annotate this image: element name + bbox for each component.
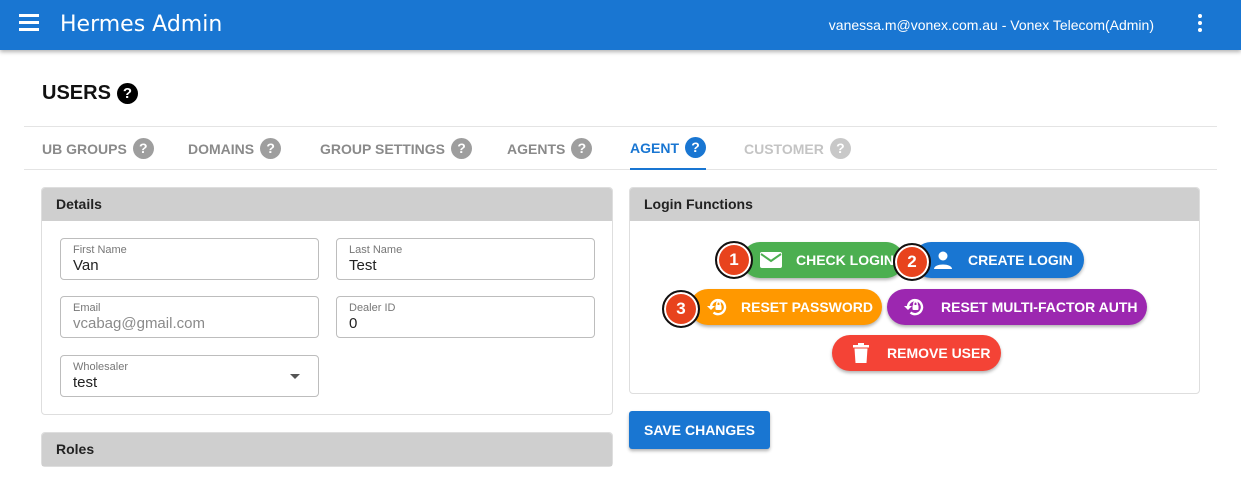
step-badge-1: 1: [715, 241, 753, 279]
tab-ub-groups[interactable]: UB GROUPS ?: [42, 127, 154, 170]
person-icon: [933, 250, 953, 270]
tab-label: UB GROUPS: [42, 140, 127, 157]
field-value: test: [73, 374, 98, 391]
tab-agent[interactable]: AGENT ?: [630, 127, 706, 170]
tab-customer: CUSTOMER ?: [744, 127, 851, 170]
wholesaler-select[interactable]: Wholesaler test: [60, 355, 319, 397]
field-value: Test: [349, 257, 377, 274]
help-icon[interactable]: ?: [132, 138, 154, 159]
help-icon[interactable]: ?: [450, 138, 472, 159]
field-label: Last Name: [349, 244, 403, 256]
remove-user-label: REMOVE USER: [887, 345, 991, 361]
tab-bar: UB GROUPS ? DOMAINS ? GROUP SETTINGS ? A…: [24, 126, 1217, 170]
tab-agents[interactable]: AGENTS ?: [507, 127, 593, 170]
lock-reset-icon: [903, 297, 925, 317]
details-header: Details: [42, 188, 612, 221]
login-functions-header: Login Functions: [630, 188, 1199, 221]
help-icon[interactable]: ?: [116, 83, 138, 104]
help-icon[interactable]: ?: [571, 138, 593, 159]
last-name-field[interactable]: Last Name Test: [336, 238, 595, 280]
roles-card[interactable]: Roles: [41, 432, 613, 467]
step-badge-3: 3: [662, 290, 700, 328]
user-account-label[interactable]: vanessa.m@vonex.com.au - Vonex Telecom(A…: [829, 17, 1154, 33]
lock-reset-icon: [706, 297, 728, 317]
help-icon[interactable]: ?: [260, 138, 282, 159]
roles-header: Roles: [42, 433, 612, 466]
check-login-label: CHECK LOGIN: [796, 252, 894, 268]
tab-label: GROUP SETTINGS: [320, 140, 445, 157]
step-badge-2: 2: [893, 243, 931, 281]
remove-user-button[interactable]: REMOVE USER: [832, 335, 1001, 371]
email-icon: [760, 252, 782, 268]
email-field[interactable]: Email vcabag@gmail.com: [60, 296, 319, 338]
field-label: Wholesaler: [73, 361, 129, 373]
tab-label: CUSTOMER: [744, 140, 824, 157]
reset-mfa-label: RESET MULTI-FACTOR AUTH: [941, 299, 1138, 315]
tab-domains[interactable]: DOMAINS ?: [188, 127, 282, 170]
app-title: Hermes Admin: [60, 12, 223, 37]
tab-label: AGENTS: [507, 140, 566, 157]
page-title: USERS ?: [42, 82, 138, 105]
tab-label: AGENT: [630, 139, 679, 156]
trash-icon: [853, 343, 869, 363]
help-icon[interactable]: ?: [685, 137, 706, 158]
more-vert-icon[interactable]: [1190, 14, 1210, 36]
create-login-label: CREATE LOGIN: [968, 252, 1073, 268]
field-value: 0: [349, 315, 358, 332]
hamburger-menu-icon[interactable]: [18, 14, 40, 36]
save-changes-button[interactable]: SAVE CHANGES: [629, 411, 770, 449]
dropdown-arrow-icon[interactable]: [290, 374, 300, 379]
reset-mfa-button[interactable]: RESET MULTI-FACTOR AUTH: [887, 289, 1147, 325]
reset-password-label: RESET PASSWORD: [741, 299, 873, 315]
help-icon: ?: [829, 138, 851, 159]
first-name-field[interactable]: First Name Van: [60, 238, 319, 280]
field-label: First Name: [73, 244, 127, 256]
reset-password-button[interactable]: RESET PASSWORD: [690, 289, 882, 325]
page-title-text: USERS: [42, 82, 111, 104]
dealer-id-field[interactable]: Dealer ID 0: [336, 296, 595, 338]
field-value: Van: [73, 257, 99, 274]
tab-label: DOMAINS: [188, 140, 255, 157]
field-value: vcabag@gmail.com: [73, 315, 205, 332]
details-card: Details First Name Van Last Name Test Em…: [41, 187, 613, 415]
create-login-button[interactable]: CREATE LOGIN: [913, 242, 1084, 278]
field-label: Dealer ID: [349, 302, 396, 314]
tab-group-settings[interactable]: GROUP SETTINGS ?: [320, 127, 472, 170]
field-label: Email: [73, 302, 101, 314]
app-bar: Hermes Admin vanessa.m@vonex.com.au - Vo…: [0, 0, 1241, 50]
check-login-button[interactable]: CHECK LOGIN: [742, 242, 904, 278]
